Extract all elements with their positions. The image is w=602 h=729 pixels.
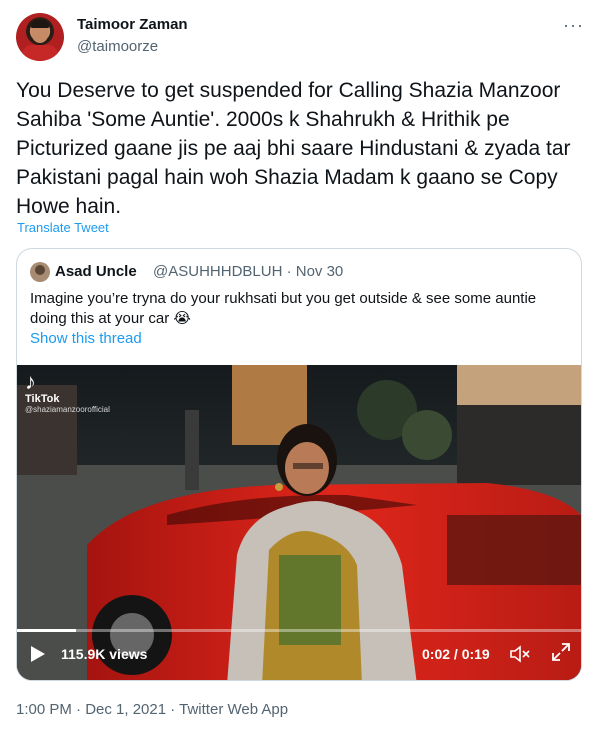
play-icon[interactable] bbox=[31, 646, 45, 662]
view-count: 115.9K views bbox=[61, 646, 148, 662]
tweet-text: You Deserve to get suspended for Calling… bbox=[16, 79, 571, 218]
video-time: 0:02 / 0:19 bbox=[422, 646, 490, 662]
expand-icon[interactable] bbox=[551, 642, 571, 667]
video-progress-bar[interactable] bbox=[17, 629, 581, 632]
quoted-tweet-card[interactable]: Asad Uncle @ASUHHHDBLUH · Nov 30 Imagine… bbox=[16, 248, 582, 681]
quoted-author-handle-date: @ASUHHHDBLUH · Nov 30 bbox=[153, 263, 344, 280]
video-progress-fill bbox=[17, 629, 77, 632]
author-name[interactable]: Taimoor Zaman bbox=[77, 16, 188, 33]
quoted-author-name: Asad Uncle bbox=[55, 263, 137, 280]
mute-icon[interactable] bbox=[509, 645, 531, 668]
author-avatar[interactable] bbox=[16, 13, 64, 61]
quoted-author-avatar bbox=[30, 262, 50, 282]
tiktok-logo-icon: ♪ bbox=[25, 369, 36, 394]
author-handle[interactable]: @taimoorze bbox=[77, 38, 158, 55]
tiktok-brand: TikTok bbox=[25, 393, 60, 405]
translate-tweet-link[interactable]: Translate Tweet bbox=[17, 220, 109, 235]
tiktok-watermark: ♪ TikTok @shaziamanzoorofficial bbox=[25, 369, 110, 415]
quoted-tweet-text: Imagine you’re tryna do your rukhsati bu… bbox=[30, 290, 537, 327]
video-player[interactable]: ♪ TikTok @shaziamanzoorofficial 115.9K v… bbox=[17, 365, 581, 680]
tweet-metadata[interactable]: 1:00 PM · Dec 1, 2021 · Twitter Web App bbox=[16, 701, 288, 718]
show-thread-link[interactable]: Show this thread bbox=[30, 330, 142, 347]
tiktok-username: @shaziamanzoorofficial bbox=[25, 405, 110, 414]
more-options-icon[interactable]: ··· bbox=[563, 15, 584, 36]
